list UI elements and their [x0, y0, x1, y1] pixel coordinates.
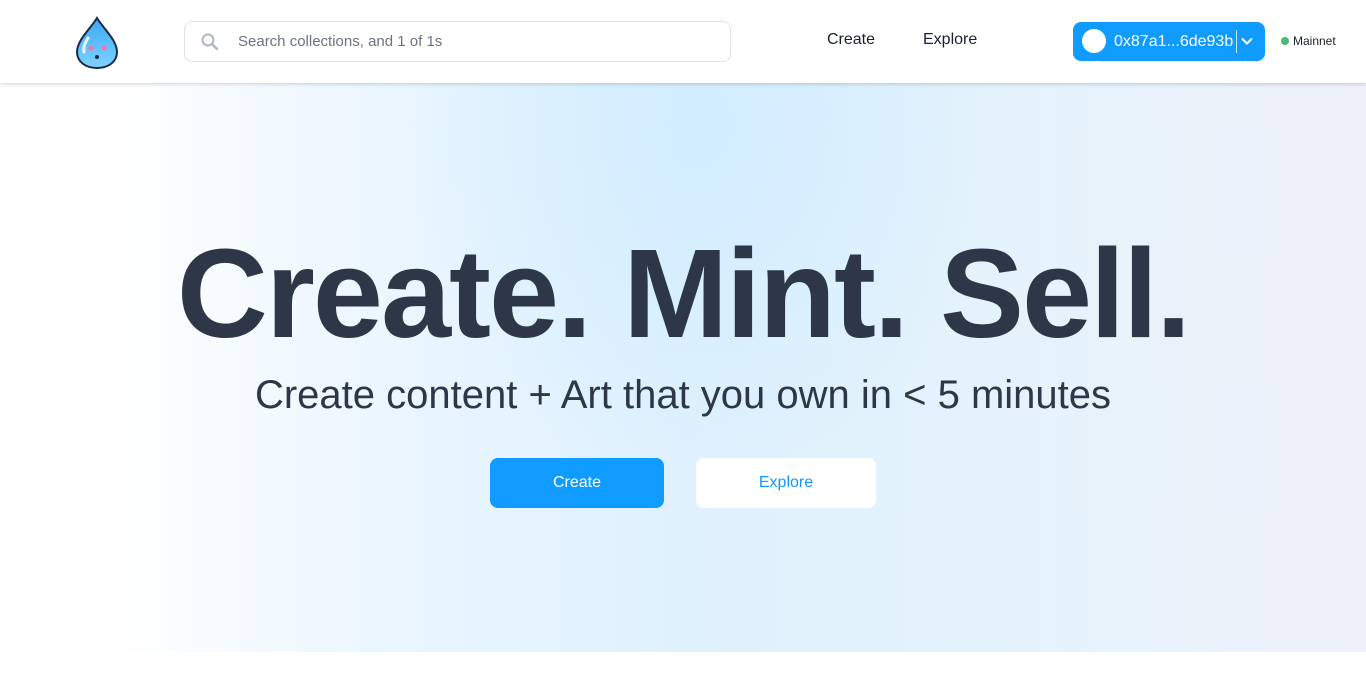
search-bar[interactable]	[184, 21, 731, 62]
network-label: Mainnet	[1293, 34, 1336, 48]
hero-create-button[interactable]: Create	[490, 458, 664, 508]
search-input[interactable]	[238, 22, 718, 61]
network-status-dot	[1281, 37, 1289, 45]
hero-subtitle: Create content + Art that you own in < 5…	[254, 373, 1112, 417]
water-drop-mascot-icon[interactable]	[74, 16, 120, 70]
chevron-down-icon[interactable]	[1240, 34, 1254, 48]
search-icon	[200, 32, 220, 52]
nav-create-link[interactable]: Create	[827, 30, 875, 50]
wallet-address: 0x87a1...6de93b	[1114, 33, 1234, 50]
hero-explore-button[interactable]: Explore	[696, 458, 876, 508]
wallet-button[interactable]: 0x87a1...6de93b	[1073, 22, 1265, 61]
nav-explore-link[interactable]: Explore	[923, 30, 977, 50]
hero-section: Create. Mint. Sell. Create content + Art…	[0, 83, 1366, 652]
avatar-circle-icon	[1082, 29, 1106, 53]
hero-headline: Create. Mint. Sell.	[176, 223, 1191, 364]
wallet-divider	[1236, 30, 1237, 53]
top-header: Create Explore 0x87a1...6de93b Mainnet	[0, 0, 1366, 83]
